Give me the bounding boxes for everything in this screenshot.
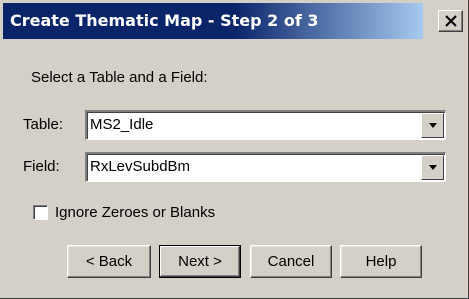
field-label: Field:: [23, 158, 60, 175]
back-button[interactable]: < Back: [67, 245, 151, 278]
chevron-down-icon: [429, 165, 437, 170]
next-button[interactable]: Next >: [159, 245, 241, 278]
cancel-button[interactable]: Cancel: [250, 245, 332, 278]
ignore-zeroes-checkbox[interactable]: [33, 205, 48, 220]
table-select-value: MS2_Idle: [90, 116, 154, 133]
field-dropdown-button[interactable]: [421, 155, 444, 180]
table-dropdown-button[interactable]: [421, 113, 444, 138]
close-button[interactable]: [438, 10, 463, 32]
close-icon: [445, 15, 457, 27]
title-bar[interactable]: Create Thematic Map - Step 2 of 3: [3, 3, 466, 39]
window-title: Create Thematic Map - Step 2 of 3: [3, 3, 423, 39]
field-select-value: RxLevSubdBm: [90, 158, 191, 175]
chevron-down-icon: [429, 123, 437, 128]
field-select[interactable]: RxLevSubdBm: [85, 152, 446, 182]
table-select[interactable]: MS2_Idle: [85, 110, 446, 140]
help-button[interactable]: Help: [340, 245, 422, 278]
ignore-zeroes-label[interactable]: Ignore Zeroes or Blanks: [55, 204, 215, 221]
thematic-map-dialog: Create Thematic Map - Step 2 of 3 Select…: [0, 0, 469, 299]
table-label: Table:: [23, 116, 64, 133]
select-table-field-prompt: Select a Table and a Field:: [31, 69, 208, 86]
